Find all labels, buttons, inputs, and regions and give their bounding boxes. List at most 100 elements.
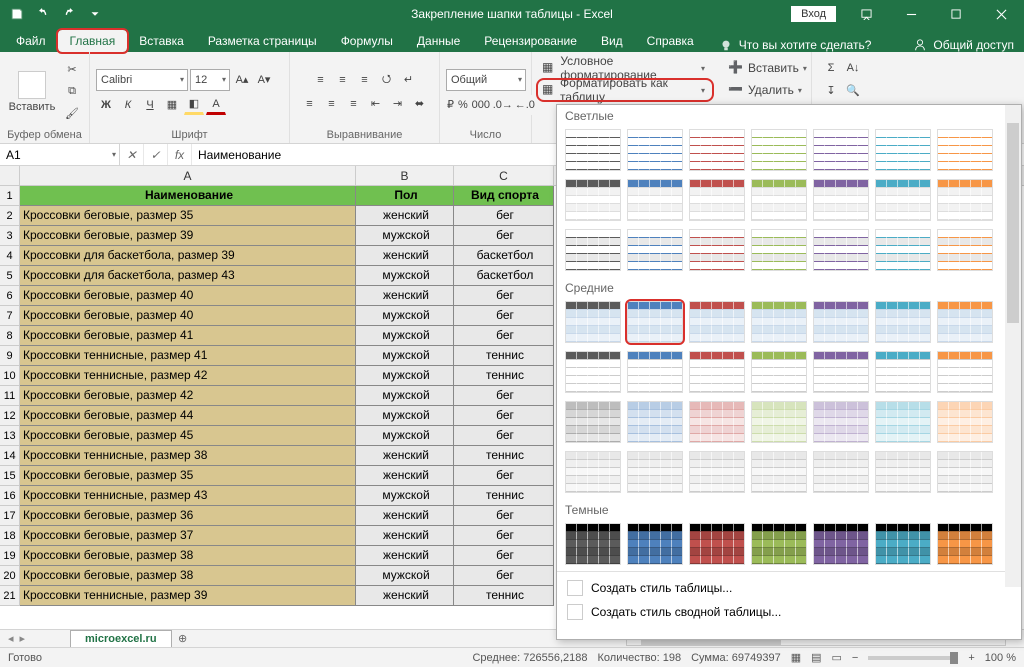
table-style-thumb[interactable] [937,229,993,271]
increase-font-icon[interactable]: A▴ [232,70,252,90]
table-style-thumb[interactable] [937,523,993,565]
redo-icon[interactable] [58,3,80,25]
font-size-select[interactable]: 12▾ [190,69,230,91]
sheet-tab[interactable]: microexcel.ru [70,630,172,647]
table-style-thumb[interactable] [937,129,993,171]
zoom-level[interactable]: 100 % [985,652,1016,664]
minimize-icon[interactable] [889,0,934,28]
table-style-thumb[interactable] [627,351,683,393]
table-style-thumb[interactable] [875,129,931,171]
login-button[interactable]: Вход [791,6,836,22]
table-style-thumb[interactable] [627,401,683,443]
table-style-thumb[interactable] [875,401,931,443]
zoom-out-icon[interactable]: − [852,652,858,664]
tab-insert[interactable]: Вставка [127,30,196,52]
select-all-corner[interactable] [0,166,20,185]
col-header-b[interactable]: B [356,166,454,185]
autosum-icon[interactable]: Σ [821,58,841,78]
table-style-thumb[interactable] [937,351,993,393]
align-middle-icon[interactable]: ≡ [333,70,353,90]
table-style-thumb[interactable] [937,451,993,493]
align-center-icon[interactable]: ≡ [322,94,342,114]
delete-cells-button[interactable]: ➖Удалить▾ [724,80,809,100]
share-button[interactable]: Общий доступ [933,38,1014,52]
table-style-thumb[interactable] [751,523,807,565]
table-style-thumb[interactable] [627,523,683,565]
italic-button[interactable]: К [118,95,138,115]
table-style-thumb[interactable] [875,179,931,221]
table-style-thumb[interactable] [689,129,745,171]
sheet-next-icon[interactable]: ▸ [20,632,26,645]
tab-home[interactable]: Главная [58,30,128,52]
view-normal-icon[interactable]: ▦ [791,651,801,664]
table-style-thumb[interactable] [751,401,807,443]
align-bottom-icon[interactable]: ≡ [355,70,375,90]
new-pivot-style-button[interactable]: Создать стиль сводной таблицы... [557,600,1021,624]
enter-formula-icon[interactable]: ✓ [144,144,168,165]
table-style-thumb[interactable] [689,179,745,221]
table-style-thumb[interactable] [689,401,745,443]
currency-icon[interactable]: ₽ [446,95,455,115]
conditional-formatting-button[interactable]: ▦ Условное форматирование▾ [538,58,712,78]
zoom-in-icon[interactable]: + [968,652,974,664]
decrease-font-icon[interactable]: A▾ [254,70,274,90]
format-as-table-button[interactable]: ▦ Форматировать как таблицу▾ [538,80,712,100]
table-style-thumb[interactable] [565,451,621,493]
table-style-thumb[interactable] [875,301,931,343]
align-top-icon[interactable]: ≡ [311,70,331,90]
table-style-thumb[interactable] [875,229,931,271]
table-style-thumb[interactable] [751,451,807,493]
table-style-thumb[interactable] [937,401,993,443]
maximize-icon[interactable] [934,0,979,28]
inc-decimal-icon[interactable]: .0→ [493,95,513,115]
table-style-thumb[interactable] [565,351,621,393]
sort-filter-icon[interactable]: A↓ [843,58,863,78]
table-style-thumb[interactable] [751,129,807,171]
add-sheet-icon[interactable]: ⊕ [172,632,194,645]
table-style-thumb[interactable] [565,523,621,565]
font-name-select[interactable]: Calibri▾ [96,69,188,91]
close-icon[interactable] [979,0,1024,28]
tab-page-layout[interactable]: Разметка страницы [196,30,329,52]
table-style-thumb[interactable] [689,523,745,565]
comma-icon[interactable]: 000 [471,95,491,115]
sheet-prev-icon[interactable]: ◂ [8,632,14,645]
col-header-a[interactable]: A [20,166,356,185]
view-page-icon[interactable]: ▤ [811,651,821,664]
merge-icon[interactable]: ⬌ [410,94,430,114]
table-style-thumb[interactable] [937,179,993,221]
table-style-thumb[interactable] [751,229,807,271]
align-right-icon[interactable]: ≡ [344,94,364,114]
tab-view[interactable]: Вид [589,30,635,52]
table-style-thumb[interactable] [937,301,993,343]
save-icon[interactable] [6,3,28,25]
fill-color-icon[interactable]: ◧ [184,95,204,115]
percent-icon[interactable]: % [457,95,469,115]
fill-icon[interactable]: ↧ [821,80,841,100]
table-style-thumb[interactable] [689,351,745,393]
tab-formulas[interactable]: Формулы [329,30,405,52]
table-style-thumb[interactable] [627,451,683,493]
find-icon[interactable]: 🔍 [843,80,863,100]
gallery-scrollbar[interactable] [1005,105,1021,587]
table-style-thumb[interactable] [813,451,869,493]
table-style-thumb[interactable] [813,229,869,271]
table-style-thumb[interactable] [751,301,807,343]
table-style-thumb[interactable] [689,229,745,271]
tab-data[interactable]: Данные [405,30,472,52]
underline-button[interactable]: Ч [140,95,160,115]
cancel-formula-icon[interactable]: ✕ [120,144,144,165]
tell-me-input[interactable]: Что вы хотите сделать? [739,38,872,52]
bold-button[interactable]: Ж [96,95,116,115]
name-box[interactable]: A1▾ [0,144,120,165]
table-style-thumb[interactable] [875,523,931,565]
qat-customize-icon[interactable] [84,3,106,25]
cut-icon[interactable]: ✂ [62,60,82,80]
table-style-thumb[interactable] [875,351,931,393]
increase-indent-icon[interactable]: ⇥ [388,94,408,114]
table-style-thumb[interactable] [565,179,621,221]
table-style-thumb[interactable] [751,179,807,221]
tab-help[interactable]: Справка [635,30,706,52]
tab-file[interactable]: Файл [4,30,58,52]
table-style-thumb[interactable] [565,129,621,171]
